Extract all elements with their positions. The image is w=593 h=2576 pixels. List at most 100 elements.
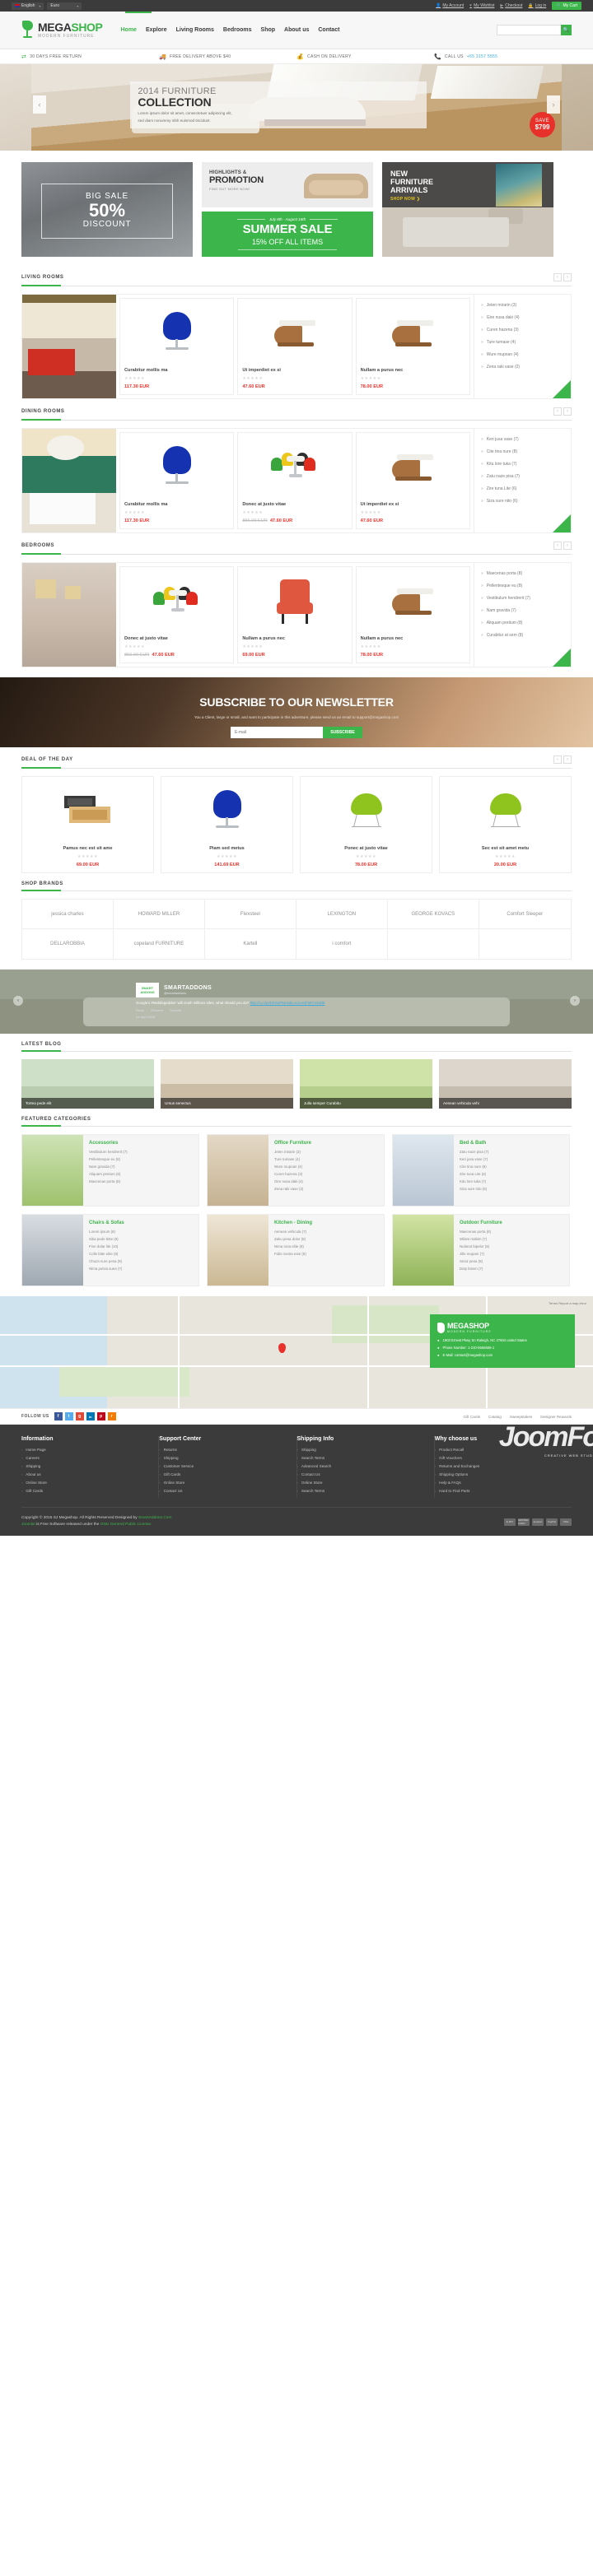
brand-logo[interactable]: DELLAROBBIA [22, 929, 114, 959]
footer-link[interactable]: Shipping [21, 1464, 152, 1468]
featured-category[interactable]: Outdoor Furniture Maecenas porta (8) Wilam… [392, 1214, 570, 1286]
category-link[interactable]: Zena raki vase (2) [274, 1187, 378, 1191]
footer-link[interactable]: Online Store [297, 1481, 427, 1485]
side-link[interactable]: Aliquam pretium (8) [481, 621, 564, 625]
nav-item-home[interactable]: Home [120, 27, 136, 33]
tweet-prev-arrow[interactable]: ‹ [13, 996, 23, 1006]
tweet-favorite-action[interactable]: Favorite [170, 1008, 181, 1012]
nav-item-living-rooms[interactable]: Living Rooms [176, 27, 214, 33]
footer-link[interactable]: Contact Us [159, 1489, 289, 1493]
section-next-button[interactable]: › [563, 542, 572, 550]
side-link[interactable]: Keri jusa vase (7) [481, 437, 564, 442]
linkedin-icon[interactable]: in [86, 1412, 95, 1421]
nav-item-shop[interactable]: Shop [261, 27, 276, 33]
checkout-link[interactable]: ▶ Checkout [500, 3, 522, 8]
category-link[interactable]: Lorem ipsum (8) [89, 1230, 193, 1234]
promo-summer-sale[interactable]: July 8th - August 16th SUMMER SALE 15% O… [202, 212, 373, 257]
footer-link[interactable]: Shipping [159, 1456, 289, 1460]
footer-link[interactable]: Returns [159, 1448, 289, 1452]
footer-link[interactable]: Home Page [21, 1448, 152, 1452]
footer-link[interactable]: Product Recall [435, 1448, 565, 1452]
nav-item-about-us[interactable]: About us [284, 27, 309, 33]
product-card[interactable]: Nullam a purus nec ★★★★★ 69.00 EUR [237, 566, 353, 663]
brand-logo[interactable]: HOWARD MILLER [113, 900, 205, 929]
rss-icon[interactable]: r [107, 1412, 116, 1421]
category-link[interactable]: Zire tuna Lite (6) [460, 1172, 563, 1176]
side-link[interactable]: Jeten mirarin (3) [481, 303, 564, 308]
footer-link[interactable]: Gift Cards [159, 1472, 289, 1476]
category-link[interactable]: Wure mupoan (4) [274, 1165, 378, 1169]
product-card[interactable]: Pamus nec est sit ame ★★★★★ 69.00 EUR [21, 776, 154, 873]
category-link[interactable]: Kitu lore tuka (7) [460, 1179, 563, 1183]
category-link[interactable]: Fine dolar lite (10) [89, 1244, 193, 1248]
search-button[interactable]: 🔍 [561, 25, 572, 35]
featured-category[interactable]: Kitchen - Dining Aenean vehicula (7) Zaku … [207, 1214, 385, 1286]
footer-link[interactable]: Search Terms [297, 1489, 427, 1493]
footer-link[interactable]: Advanced Search [297, 1464, 427, 1468]
side-link[interactable]: Pellentesque eu (8) [481, 584, 564, 588]
category-link[interactable]: Chuza nure pesa (9) [89, 1259, 193, 1263]
featured-category[interactable]: Office Furniture Jeten mirarin (3) Ture tu… [207, 1134, 385, 1207]
side-link[interactable]: Maecenas porta (8) [481, 571, 564, 576]
gpl-license-link[interactable]: GNU General Public License. [100, 1523, 152, 1527]
logo[interactable]: MEGASHOP MODERN FURNITURE [21, 20, 103, 40]
brand-logo[interactable]: LEXINGTON [296, 900, 388, 929]
joomla-link[interactable]: Joomla! [21, 1523, 35, 1527]
featured-category[interactable]: Bed & Bath Zatu naze pisa (7) Keri jusa va… [392, 1134, 570, 1207]
map-section[interactable]: Terms Report a map error MEGASHOP MODERN… [0, 1296, 593, 1408]
side-link[interactable]: Wure mupoan (4) [481, 352, 564, 357]
side-link[interactable]: Nam gravida (7) [481, 608, 564, 613]
product-card[interactable]: Curabitur mollis ma ★★★★★ 117.30 EUR [119, 298, 235, 395]
category-link[interactable]: Gire nusa daki (4) [274, 1179, 378, 1183]
slider-prev-arrow[interactable]: ‹ [33, 95, 46, 114]
side-link[interactable]: Zena raki vase (2) [481, 365, 564, 370]
footer-link[interactable]: Customer Service [159, 1464, 289, 1468]
category-link[interactable]: Nulanot bipelor (9) [460, 1244, 563, 1248]
category-link[interactable]: Daty listem (7) [460, 1267, 563, 1271]
footer-link[interactable]: Search Terms [297, 1456, 427, 1460]
my-cart-button[interactable]: 🛒 My Cart [552, 2, 581, 10]
promo-big-sale[interactable]: BIG SALE 50% DISCOUNT [21, 162, 193, 257]
side-link[interactable]: Zire tuna Lite (6) [481, 486, 564, 491]
twitter-icon[interactable]: t [64, 1412, 73, 1421]
footer-link[interactable]: Careers [21, 1456, 152, 1460]
featured-category[interactable]: Chairs & Sofas Lorem ipsum (8) Sitia pede … [21, 1214, 199, 1286]
tweet-reply-action[interactable]: Reply [136, 1008, 144, 1012]
category-link[interactable]: Sitia pede bitte (9) [89, 1237, 193, 1241]
my-wishlist-link[interactable]: ♥ My Wishlist [469, 3, 494, 8]
newsletter-email-input[interactable] [231, 727, 323, 738]
product-card[interactable]: Curabitur mollis ma ★★★★★ 117.30 EUR [119, 432, 235, 529]
category-link[interactable]: Jille mopam (7) [460, 1252, 563, 1256]
footer-link[interactable]: Returns and Exchanges [435, 1464, 565, 1468]
section-next-button[interactable]: › [563, 273, 572, 281]
brand-logo[interactable]: copeland FURNITURE [114, 929, 205, 959]
footer-link[interactable]: Contact Us [297, 1472, 427, 1476]
footer-link[interactable]: Hard to Find Parts [435, 1489, 565, 1493]
category-link[interactable]: Maecenas porta (8) [89, 1179, 193, 1183]
side-link[interactable]: Curabitur at sem (8) [481, 633, 564, 638]
language-selector[interactable]: English ▾ [12, 2, 44, 10]
newsletter-subscribe-button[interactable]: SUBSCRIBE [323, 727, 362, 738]
brand-logo[interactable]: GEORGE KOVACS [387, 900, 479, 929]
category-link[interactable]: Aliquam pretium (8) [89, 1172, 193, 1176]
footer-link-designer-rewards[interactable]: Designer Rewards [540, 1415, 572, 1419]
tweet-link[interactable]: http://t.co/pAbKGxP9a.5da=XJore(FMYmXdd8 [250, 1001, 325, 1005]
add-corner-button[interactable]: + [553, 514, 582, 532]
blog-card[interactable]: Ursus senectus [161, 1059, 293, 1109]
footer-link[interactable]: Gift Vouchers [435, 1456, 565, 1460]
featured-category[interactable]: Accessories Vestibulum hendrerit (7) Pelle… [21, 1134, 199, 1207]
brand-logo[interactable]: jessica charles [22, 900, 114, 929]
product-card[interactable]: Donec at justo vitae ★★★★★ 856.00 EUR 47.60… [237, 432, 353, 529]
promo-new-cta[interactable]: SHOP NOW ❯ [390, 197, 420, 202]
section-next-button[interactable]: › [563, 407, 572, 416]
category-link[interactable]: Aenean vehicula (7) [274, 1230, 378, 1234]
promo-highlights[interactable]: HIGHLIGHTS & PROMOTION FIND OUT MORE NOW… [202, 162, 373, 207]
footer-link[interactable]: About us [21, 1472, 152, 1476]
category-link[interactable]: Fidis nostra este (8) [274, 1252, 378, 1256]
blog-card[interactable]: Tortea pede elit [21, 1059, 154, 1109]
nav-item-contact[interactable]: Contact [318, 27, 339, 33]
footer-link-gift-cards[interactable]: Gift Cards [463, 1415, 480, 1419]
deal-prev-button[interactable]: ‹ [553, 756, 562, 764]
product-card[interactable]: Nullam a purus nec ★★★★★ 78.00 EUR [355, 566, 470, 663]
blog-card[interactable]: Julla semper Curabitu [300, 1059, 432, 1109]
